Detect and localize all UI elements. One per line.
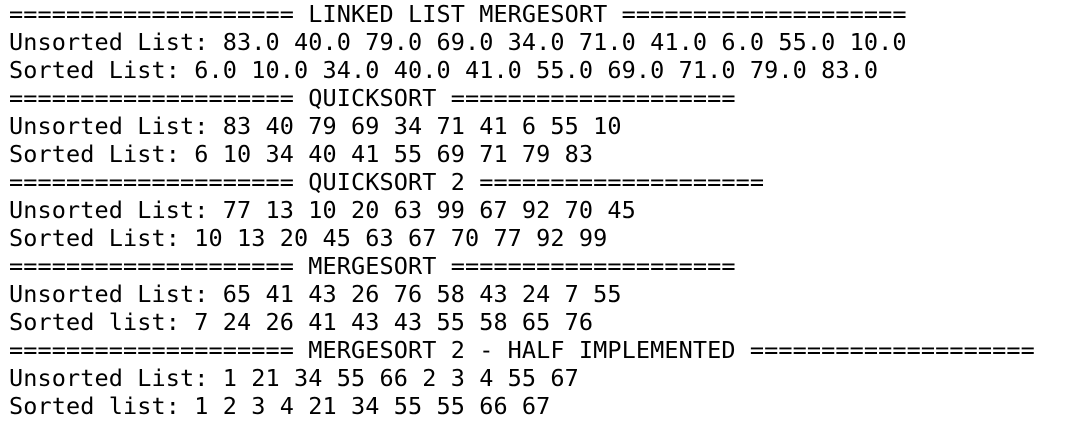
- sorted-list-line: Sorted List: 6.0 10.0 34.0 40.0 41.0 55.…: [9, 56, 879, 84]
- unsorted-list-line: Unsorted List: 1 21 34 55 66 2 3 4 55 67: [9, 364, 579, 392]
- section-header-linked-list-mergesort: ==================== LINKED LIST MERGESO…: [9, 0, 907, 28]
- section-header-quicksort: ==================== QUICKSORT =========…: [9, 84, 736, 112]
- sorted-list-line: Sorted List: 10 13 20 45 63 67 70 77 92 …: [9, 224, 608, 252]
- section-header-mergesort: ==================== MERGESORT =========…: [9, 252, 736, 280]
- unsorted-list-line: Unsorted List: 83 40 79 69 34 71 41 6 55…: [9, 112, 622, 140]
- unsorted-list-line: Unsorted List: 83.0 40.0 79.0 69.0 34.0 …: [9, 28, 907, 56]
- section-header-mergesort-2: ==================== MERGESORT 2 - HALF …: [9, 336, 1035, 364]
- terminal-output: ==================== LINKED LIST MERGESO…: [9, 0, 1035, 420]
- sorted-list-line: Sorted List: 6 10 34 40 41 55 69 71 79 8…: [9, 140, 594, 168]
- unsorted-list-line: Unsorted List: 77 13 10 20 63 99 67 92 7…: [9, 196, 636, 224]
- sorted-list-line: Sorted list: 7 24 26 41 43 43 55 58 65 7…: [9, 308, 594, 336]
- section-header-quicksort-2: ==================== QUICKSORT 2 =======…: [9, 168, 765, 196]
- unsorted-list-line: Unsorted List: 65 41 43 26 76 58 43 24 7…: [9, 280, 622, 308]
- sorted-list-line: Sorted list: 1 2 3 4 21 34 55 55 66 67: [9, 392, 551, 420]
- terminal-window: ==================== LINKED LIST MERGESO…: [0, 0, 1074, 442]
